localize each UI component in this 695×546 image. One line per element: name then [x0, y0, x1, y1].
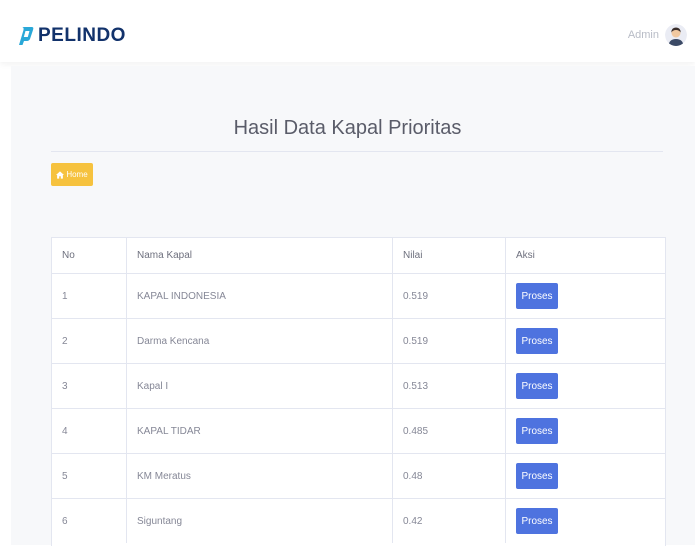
cell-aksi: Proses: [505, 363, 665, 409]
proses-button[interactable]: Proses: [516, 418, 558, 444]
table-row: 2 Darma Kencana 0.519 Proses: [52, 318, 665, 364]
cell-aksi: Proses: [505, 273, 665, 319]
cell-no: 5: [52, 453, 127, 499]
cell-nama-kapal: Kapal I: [126, 363, 393, 409]
proses-button[interactable]: Proses: [516, 463, 558, 489]
pelindo-logo-icon: [19, 27, 34, 45]
topbar: PELINDO Admin: [0, 0, 695, 62]
user-menu[interactable]: Admin: [628, 24, 687, 46]
table-header-row: No Nama Kapal Nilai Aksi: [52, 238, 665, 274]
cell-no: 6: [52, 498, 127, 543]
header-nilai: Nilai: [392, 238, 506, 274]
cell-aksi: Proses: [505, 318, 665, 364]
title-divider: [51, 151, 663, 152]
user-avatar[interactable]: [665, 24, 687, 46]
header-aksi: Aksi: [505, 238, 665, 274]
cell-nilai: 0.48: [392, 453, 506, 499]
cell-no: 1: [62, 290, 68, 302]
table-row: 6 Siguntang 0.42 Proses: [52, 498, 665, 543]
home-button[interactable]: Home: [51, 163, 93, 186]
cell-aksi: Proses: [505, 453, 665, 499]
cell-nama-kapal: KAPAL INDONESIA: [126, 273, 393, 319]
page-title: Hasil Data Kapal Prioritas: [233, 117, 462, 139]
logo-text: PELINDO: [38, 25, 126, 46]
cell-nilai: 0.519: [392, 273, 506, 319]
cell-aksi: Proses: [505, 498, 665, 543]
table-row: 4 KAPAL TIDAR 0.485 Proses: [52, 408, 665, 454]
cell-aksi: Proses: [505, 408, 665, 454]
proses-button[interactable]: Proses: [516, 283, 558, 309]
cell-nilai: 0.42: [392, 498, 506, 543]
cell-no: 4: [52, 408, 127, 454]
pelindo-logo[interactable]: PELINDO: [18, 24, 126, 48]
proses-button[interactable]: Proses: [516, 508, 558, 534]
results-table-container: No Nama Kapal Nilai Aksi 1 KAPAL INDONES…: [51, 237, 666, 546]
results-table: No Nama Kapal Nilai Aksi 1 KAPAL INDONES…: [52, 238, 665, 543]
cell-nama-kapal: Siguntang: [126, 498, 393, 543]
cell-nama-kapal: Darma Kencana: [126, 318, 393, 364]
table-row: 1 KAPAL INDONESIA 0.519 Proses: [52, 273, 665, 319]
proses-button[interactable]: Proses: [516, 328, 558, 354]
user-name: Admin: [627, 29, 659, 41]
cell-no: 3: [52, 363, 127, 409]
home-button-label: Home: [66, 170, 88, 179]
table-row: 3 Kapal I 0.513 Proses: [52, 363, 665, 409]
table-row: 5 KM Meratus 0.48 Proses: [52, 453, 665, 499]
cell-nilai: 0.519: [392, 318, 506, 364]
cell-no: 2: [52, 318, 127, 364]
cell-nama-kapal: KM Meratus: [126, 453, 393, 499]
proses-button[interactable]: Proses: [516, 373, 558, 399]
cell-nama-kapal: KAPAL TIDAR: [126, 408, 393, 454]
header-nama-kapal: Nama Kapal: [126, 238, 393, 274]
header-no: No: [52, 238, 127, 274]
cell-nilai: 0.513: [392, 363, 506, 409]
cell-nilai: 0.485: [392, 408, 506, 454]
home-icon: [56, 170, 65, 179]
